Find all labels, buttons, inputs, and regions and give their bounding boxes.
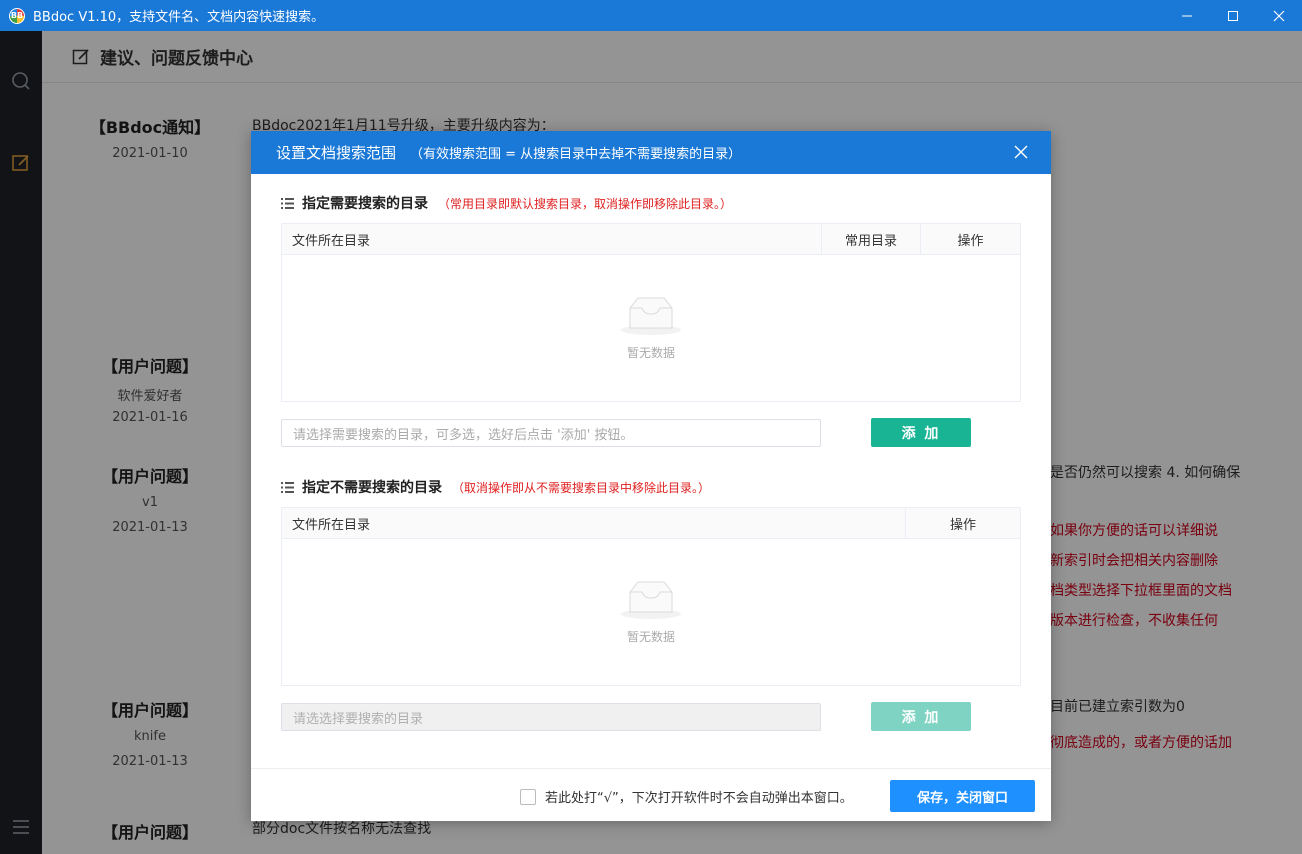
close-window-button[interactable]: [1256, 0, 1302, 31]
column-header: 常用目录: [822, 224, 921, 254]
empty-text: 暂无数据: [626, 629, 675, 644]
no-popup-checkbox[interactable]: [520, 789, 536, 805]
include-section-title: 指定需要搜索的目录 （常用目录即默认搜索目录，取消操作即移除此目录。）: [281, 193, 732, 213]
empty-state: 暂无数据: [282, 539, 1020, 685]
exclude-dir-input[interactable]: 请选选择要搜索的目录: [281, 703, 821, 731]
exclude-title: 指定不需要搜索的目录: [302, 480, 442, 496]
empty-box-icon: [621, 297, 681, 335]
dialog-footer: 若此处打“√”，下次打开软件时不会自动弹出本窗口。 保存，关闭窗口: [251, 768, 1051, 821]
empty-text: 暂无数据: [626, 345, 675, 360]
include-table: 文件所在目录 常用目录 操作 暂无数据: [281, 223, 1021, 402]
table-header: 文件所在目录 常用目录 操作: [282, 224, 1020, 255]
minimize-button[interactable]: [1164, 0, 1210, 31]
save-close-button[interactable]: 保存，关闭窗口: [890, 780, 1035, 812]
exclude-note: （取消操作即从不需要搜索目录中移除此目录。）: [452, 480, 711, 495]
close-icon: [1273, 10, 1285, 21]
dialog-close-button[interactable]: [1011, 142, 1031, 162]
exclude-add-button[interactable]: 添 加: [871, 702, 971, 731]
search-scope-dialog: 设置文档搜索范围 （有效搜索范围 = 从搜索目录中去掉不需要搜索的目录） 指定需…: [251, 131, 1051, 821]
exclude-section-title: 指定不需要搜索的目录 （取消操作即从不需要搜索目录中移除此目录。）: [281, 477, 710, 497]
dialog-title: 设置文档搜索范围: [276, 144, 397, 162]
table-header: 文件所在目录 操作: [282, 508, 1020, 539]
include-add-button[interactable]: 添 加: [871, 418, 971, 447]
app-logo-icon: BB: [9, 7, 25, 24]
window-titlebar: BB BBdoc V1.10，支持文件名、文档内容快速搜索。: [0, 0, 1302, 31]
include-dir-input[interactable]: 请选择需要搜索的目录，可多选，选好后点击 '添加' 按钮。: [281, 419, 821, 447]
column-header: 文件所在目录: [282, 508, 906, 538]
list-icon: [281, 481, 294, 493]
include-note: （常用目录即默认搜索目录，取消操作即移除此目录。）: [438, 196, 733, 211]
column-header: 操作: [949, 517, 976, 533]
no-popup-label[interactable]: 若此处打“√”，下次打开软件时不会自动弹出本窗口。: [545, 787, 853, 806]
dialog-header: 设置文档搜索范围 （有效搜索范围 = 从搜索目录中去掉不需要搜索的目录）: [251, 131, 1051, 174]
include-title: 指定需要搜索的目录: [302, 196, 428, 212]
dialog-subtitle: （有效搜索范围 = 从搜索目录中去掉不需要搜索的目录）: [410, 147, 742, 162]
exclude-table: 文件所在目录 操作 暂无数据: [281, 507, 1021, 686]
column-header: 操作: [957, 233, 984, 249]
maximize-button[interactable]: [1210, 0, 1256, 31]
empty-box-icon: [621, 581, 681, 619]
close-icon: [1014, 145, 1028, 159]
maximize-icon: [1228, 10, 1238, 21]
list-icon: [281, 197, 294, 209]
window-title: BBdoc V1.10，支持文件名、文档内容快速搜索。: [33, 10, 325, 25]
empty-state: 暂无数据: [282, 255, 1020, 401]
minimize-icon: [1182, 15, 1192, 16]
column-header: 文件所在目录: [282, 224, 822, 254]
